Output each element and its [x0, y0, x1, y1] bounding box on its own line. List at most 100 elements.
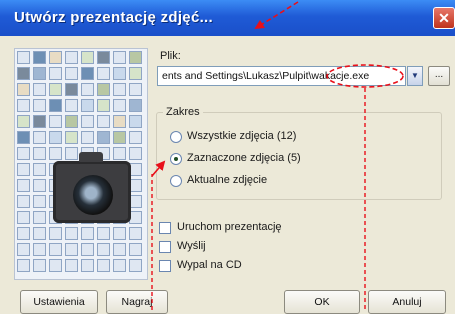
- thumbnail-cell: [129, 243, 142, 256]
- thumbnail-cell: [33, 83, 46, 96]
- burn-cd-checkbox[interactable]: [159, 260, 171, 272]
- file-path-input[interactable]: ents and Settings\Lukasz\Pulpit\wakacje.…: [157, 66, 406, 86]
- radio-selected-photos-label: Zaznaczone zdjęcia (5): [187, 152, 301, 164]
- radio-current-photo-label: Aktualne zdjęcie: [187, 174, 268, 186]
- thumbnail-cell: [33, 179, 46, 192]
- thumbnail-cell: [33, 195, 46, 208]
- thumbnail-cell: [129, 67, 142, 80]
- thumbnail-cell: [81, 115, 94, 128]
- thumbnail-cell: [49, 147, 62, 160]
- radio-all-photos[interactable]: [170, 131, 182, 143]
- send-checkbox[interactable]: [159, 241, 171, 253]
- thumbnail-cell: [97, 83, 110, 96]
- thumbnail-cell: [65, 243, 78, 256]
- thumbnail-cell: [49, 227, 62, 240]
- thumbnail-cell: [49, 259, 62, 272]
- thumbnail-cell: [129, 115, 142, 128]
- radio-all-photos-label: Wszystkie zdjęcia (12): [187, 130, 297, 142]
- thumbnail-cell: [33, 51, 46, 64]
- thumbnail-preview: [14, 48, 148, 280]
- thumbnail-cell: [17, 243, 30, 256]
- browse-button[interactable]: ...: [428, 66, 450, 86]
- thumbnail-cell: [129, 259, 142, 272]
- thumbnail-cell: [81, 83, 94, 96]
- thumbnail-cell: [49, 83, 62, 96]
- thumbnail-cell: [17, 195, 30, 208]
- thumbnail-cell: [65, 115, 78, 128]
- radio-selected-photos[interactable]: [170, 153, 182, 165]
- radio-current-photo[interactable]: [170, 175, 182, 187]
- thumbnail-cell: [33, 227, 46, 240]
- thumbnail-cell: [33, 243, 46, 256]
- camera-icon: [53, 152, 131, 223]
- thumbnail-cell: [17, 99, 30, 112]
- thumbnail-cell: [65, 83, 78, 96]
- ok-button[interactable]: OK: [284, 290, 360, 314]
- thumbnail-cell: [65, 99, 78, 112]
- thumbnail-cell: [17, 211, 30, 224]
- thumbnail-cell: [17, 179, 30, 192]
- thumbnail-cell: [129, 99, 142, 112]
- thumbnail-cell: [17, 147, 30, 160]
- thumbnail-cell: [65, 67, 78, 80]
- start-show-checkbox[interactable]: [159, 222, 171, 234]
- thumbnail-cell: [17, 67, 30, 80]
- record-button[interactable]: Nagraj: [106, 290, 168, 314]
- thumbnail-cell: [129, 227, 142, 240]
- send-label: Wyślij: [177, 240, 206, 252]
- thumbnail-cell: [113, 147, 126, 160]
- thumbnail-cell: [97, 131, 110, 144]
- thumbnail-cell: [97, 227, 110, 240]
- file-dropdown-button[interactable]: ▼: [407, 66, 423, 86]
- thumbnail-cell: [65, 227, 78, 240]
- thumbnail-cell: [97, 115, 110, 128]
- thumbnail-cell: [113, 83, 126, 96]
- close-icon: ✕: [438, 10, 450, 26]
- thumbnail-cell: [81, 67, 94, 80]
- thumbnail-cell: [113, 243, 126, 256]
- thumbnail-cell: [49, 131, 62, 144]
- thumbnail-cell: [129, 51, 142, 64]
- thumbnail-cell: [49, 243, 62, 256]
- window-title: Utwórz prezentację zdjęć...: [14, 9, 213, 26]
- title-bar: Utwórz prezentację zdjęć... ✕: [0, 0, 455, 36]
- scope-legend: Zakres: [163, 106, 203, 118]
- thumbnail-cell: [97, 99, 110, 112]
- thumbnail-cell: [113, 131, 126, 144]
- thumbnail-cell: [17, 115, 30, 128]
- thumbnail-cell: [65, 51, 78, 64]
- thumbnail-cell: [65, 259, 78, 272]
- file-label: Plik:: [160, 50, 181, 62]
- thumbnail-cell: [97, 51, 110, 64]
- thumbnail-cell: [33, 115, 46, 128]
- thumbnail-cell: [49, 51, 62, 64]
- thumbnail-cell: [17, 163, 30, 176]
- thumbnail-cell: [129, 131, 142, 144]
- thumbnail-cell: [17, 227, 30, 240]
- thumbnail-cell: [97, 243, 110, 256]
- thumbnail-cell: [81, 51, 94, 64]
- thumbnail-cell: [81, 99, 94, 112]
- thumbnail-cell: [113, 259, 126, 272]
- thumbnail-cell: [97, 259, 110, 272]
- thumbnail-cell: [49, 115, 62, 128]
- cancel-button[interactable]: Anuluj: [368, 290, 446, 314]
- thumbnail-cell: [113, 115, 126, 128]
- close-button[interactable]: ✕: [433, 7, 455, 29]
- thumbnail-cell: [113, 67, 126, 80]
- thumbnail-cell: [49, 99, 62, 112]
- thumbnail-cell: [129, 83, 142, 96]
- thumbnail-cell: [33, 67, 46, 80]
- thumbnail-cell: [81, 259, 94, 272]
- chevron-down-icon: ▼: [411, 71, 419, 80]
- thumbnail-cell: [33, 163, 46, 176]
- thumbnail-cell: [65, 131, 78, 144]
- thumbnail-cell: [113, 51, 126, 64]
- thumbnail-cell: [17, 51, 30, 64]
- thumbnail-cell: [49, 67, 62, 80]
- thumbnail-cell: [113, 99, 126, 112]
- thumbnail-cell: [81, 131, 94, 144]
- thumbnail-cell: [65, 147, 78, 160]
- thumbnail-cell: [17, 131, 30, 144]
- settings-button[interactable]: Ustawienia: [20, 290, 98, 314]
